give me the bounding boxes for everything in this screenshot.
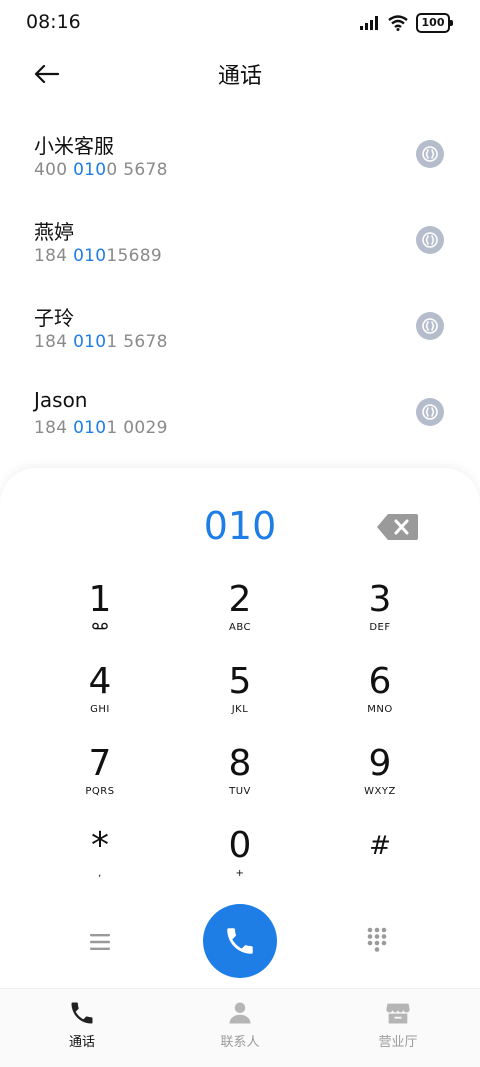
- key-digit: 6: [368, 661, 392, 702]
- wifi-icon: [388, 15, 408, 31]
- contact-number: 184 0101 0029: [34, 418, 168, 438]
- nav-tab-calls[interactable]: 通话: [22, 999, 142, 1050]
- store-icon: [386, 1003, 410, 1024]
- call-contact-button[interactable]: [416, 140, 444, 168]
- key-digit: 5: [228, 661, 252, 702]
- key-9[interactable]: 9 WXYZ: [310, 736, 450, 816]
- status-bar: 08:16 100: [0, 0, 480, 46]
- key-letters: TUV: [229, 786, 251, 797]
- key-letters: JKL: [231, 704, 249, 715]
- contact-item[interactable]: 燕婷 184 01015689: [0, 198, 480, 284]
- call-contact-button[interactable]: [416, 398, 444, 426]
- call-button[interactable]: [203, 904, 277, 978]
- key-star[interactable]: * ,: [30, 818, 170, 898]
- phone-icon: [71, 1002, 93, 1024]
- match-highlight: 010: [73, 246, 107, 266]
- menu-icon: [90, 934, 110, 950]
- key-8[interactable]: 8 TUV: [170, 736, 310, 816]
- key-digit: 4: [88, 661, 112, 702]
- dialpad-panel: 010 1 2 ABC 3 DEF 4 GHI 5 JKL 6 MNO 7 PQ…: [0, 468, 480, 1066]
- key-letters: WXYZ: [364, 786, 396, 797]
- contact-name: Jason: [34, 388, 88, 412]
- call-contact-button[interactable]: [416, 312, 444, 340]
- key-letters: DEF: [369, 622, 391, 633]
- call-type-icon: [422, 146, 438, 162]
- call-contact-button[interactable]: [416, 226, 444, 254]
- contact-name: 燕婷: [34, 220, 74, 244]
- voicemail-icon: [92, 622, 108, 630]
- key-5[interactable]: 5 JKL: [170, 654, 310, 734]
- signal-icon: [360, 16, 378, 30]
- contact-number: 400 0100 5678: [34, 160, 168, 180]
- match-highlight: 010: [73, 418, 107, 438]
- key-digit: 2: [228, 579, 252, 620]
- keypad-toggle-button[interactable]: [366, 926, 394, 956]
- contact-suggestion-list: 小米客服 400 0100 5678 燕婷 184 01015689 子玲 18…: [0, 112, 480, 456]
- dialpad-grid-icon: [367, 927, 387, 952]
- key-letters: +: [235, 868, 245, 879]
- key-digit: 9: [368, 743, 392, 784]
- key-digit: #: [369, 831, 391, 861]
- contact-item[interactable]: 子玲 184 0101 5678: [0, 284, 480, 370]
- key-letters: PQRS: [85, 786, 115, 797]
- page-title: 通话: [217, 64, 262, 89]
- contact-name: 小米客服: [34, 134, 114, 158]
- contact-name: 子玲: [34, 306, 74, 330]
- key-hash[interactable]: #: [310, 818, 450, 898]
- key-letters: ,: [98, 868, 102, 879]
- key-digit: 8: [228, 743, 252, 784]
- key-digit: 3: [368, 579, 392, 620]
- contact-item[interactable]: Jason 184 0101 0029: [0, 370, 480, 456]
- key-digit: 1: [88, 579, 112, 620]
- nav-label: 通话: [68, 1035, 95, 1050]
- person-icon: [229, 1002, 251, 1024]
- key-letters: GHI: [90, 704, 110, 715]
- nav-label: 营业厅: [378, 1035, 418, 1050]
- key-6[interactable]: 6 MNO: [310, 654, 450, 734]
- key-digit: *: [91, 825, 109, 866]
- header: 通话: [0, 46, 480, 102]
- nav-tab-store[interactable]: 营业厅: [338, 999, 458, 1050]
- key-4[interactable]: 4 GHI: [30, 654, 170, 734]
- key-3[interactable]: 3 DEF: [310, 572, 450, 652]
- call-type-icon: [422, 318, 438, 334]
- bottom-navigation: 通话 联系人 营业厅: [0, 988, 480, 1067]
- key-0[interactable]: 0 +: [170, 818, 310, 898]
- backspace-button[interactable]: [376, 512, 420, 542]
- match-highlight: 010: [73, 332, 107, 352]
- contact-number: 184 0101 5678: [34, 332, 168, 352]
- dialpad-action-row: [0, 904, 480, 980]
- key-2[interactable]: 2 ABC: [170, 572, 310, 652]
- menu-button[interactable]: [86, 928, 114, 956]
- nav-tab-contacts[interactable]: 联系人: [180, 999, 300, 1050]
- status-time: 08:16: [26, 11, 81, 33]
- key-digit: 7: [88, 743, 112, 784]
- backspace-icon: [377, 514, 418, 540]
- key-digit: 0: [228, 825, 252, 866]
- contact-item[interactable]: 小米客服 400 0100 5678: [0, 112, 480, 198]
- battery-icon: 100: [416, 13, 453, 33]
- nav-label: 联系人: [220, 1035, 260, 1050]
- contact-number: 184 01015689: [34, 246, 163, 266]
- key-letters: MNO: [367, 704, 393, 715]
- match-highlight: 010: [73, 160, 107, 180]
- call-type-icon: [422, 232, 438, 248]
- phone-icon: [227, 928, 253, 954]
- call-type-icon: [422, 404, 438, 420]
- key-letters: ABC: [228, 622, 251, 633]
- key-7[interactable]: 7 PQRS: [30, 736, 170, 816]
- status-icons: 100: [360, 13, 453, 33]
- key-1[interactable]: 1: [30, 572, 170, 652]
